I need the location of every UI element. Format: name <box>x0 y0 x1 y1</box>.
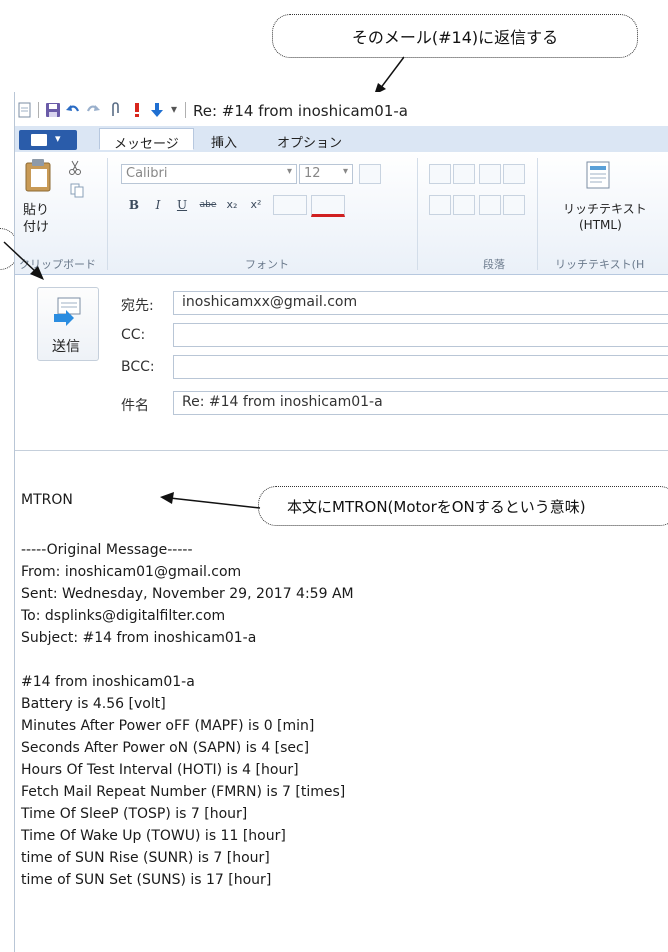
original-subject: Subject: #14 from inoshicam01-a <box>21 630 257 646</box>
decrease-indent-icon[interactable] <box>479 164 501 184</box>
body-line: Hours Of Test Interval (HOTI) is 4 [hour… <box>21 762 299 778</box>
original-to: To: dsplinks@digitalfilter.com <box>21 608 226 624</box>
font-name-combo[interactable]: Calibri ▾ <box>121 164 297 184</box>
original-from: From: inoshicam01@gmail.com <box>21 564 242 580</box>
numbering-icon[interactable] <box>453 164 475 184</box>
to-field[interactable]: inoshicamxx@gmail.com <box>173 291 668 315</box>
font-color-icon[interactable] <box>311 195 345 217</box>
original-sent: Sent: Wednesday, November 29, 2017 4:59 … <box>21 586 354 602</box>
font-name-value: Calibri <box>126 166 168 181</box>
paste-icon[interactable] <box>23 158 55 194</box>
subject-field[interactable]: Re: #14 from inoshicam01-a <box>173 391 668 415</box>
reply-callout-text: そのメール(#14)に返信する <box>351 28 559 47</box>
send-label: 送信 <box>52 339 80 355</box>
body-callout: 本文にMTRON(MotorをONするという意味) <box>258 486 668 526</box>
body-callout-text: 本文にMTRON(MotorをONするという意味) <box>287 497 586 516</box>
body-reply-text: MTRON <box>21 492 73 508</box>
rich-text-icon[interactable] <box>585 160 611 190</box>
align-center-icon[interactable] <box>453 195 475 215</box>
paste-label-line2[interactable]: 付け <box>23 216 49 235</box>
new-icon[interactable] <box>17 102 33 118</box>
to-label[interactable]: 宛先: <box>121 295 154 315</box>
align-right-icon[interactable] <box>479 195 501 215</box>
body-line: Minutes After Power oFF (MAPF) is 0 [min… <box>21 718 315 734</box>
file-menu-button[interactable]: ▾ <box>19 130 77 150</box>
tab-options[interactable]: オプション <box>277 132 342 151</box>
tab-insert[interactable]: 挿入 <box>211 132 237 151</box>
reply-callout-arrow <box>374 56 405 95</box>
body-line: Battery is 4.56 [volt] <box>21 696 166 712</box>
qat-dropdown-icon[interactable]: ▾ <box>171 102 177 116</box>
undo-icon[interactable] <box>65 102 81 118</box>
rich-text-label-line1[interactable]: リッチテキスト <box>563 200 647 217</box>
bcc-field[interactable] <box>173 355 668 379</box>
body-line: Fetch Mail Repeat Number (FMRN) is 7 [ti… <box>21 784 346 800</box>
subscript-icon[interactable]: x₂ <box>223 196 241 214</box>
window-title: Re: #14 from inoshicam01-a <box>193 102 408 120</box>
increase-indent-icon[interactable] <box>503 164 525 184</box>
cc-label[interactable]: CC: <box>121 327 145 343</box>
ribbon: 貼り 付け クリップボード Calibri ▾ 12 ▾ B I U abe x… <box>15 152 668 275</box>
file-menu-chevron-icon: ▾ <box>55 132 61 145</box>
attach-icon[interactable] <box>107 102 123 118</box>
superscript-icon[interactable]: x² <box>247 196 265 214</box>
send-icon <box>54 297 81 326</box>
body-line: time of SUN Rise (SUNR) is 7 [hour] <box>21 850 270 866</box>
font-name-dropdown-icon: ▾ <box>286 166 292 177</box>
cc-field[interactable] <box>173 323 668 347</box>
reply-callout: そのメール(#14)に返信する <box>272 14 638 58</box>
title-bar: ▾ Re: #14 from inoshicam01-a <box>15 92 668 126</box>
save-icon[interactable] <box>45 102 61 118</box>
subject-label: 件名 <box>121 398 149 414</box>
qat-separator <box>38 102 39 118</box>
send-button[interactable]: 送信 <box>37 287 99 361</box>
ribbon-separator <box>107 158 108 270</box>
font-size-value: 12 <box>304 166 321 181</box>
ribbon-separator <box>417 158 418 270</box>
tab-message[interactable]: メッセージ <box>99 128 194 152</box>
original-message-header: -----Original Message----- <box>21 542 193 558</box>
body-line: time of SUN Set (SUNS) is 17 [hour] <box>21 872 272 888</box>
strikethrough-icon[interactable]: abe <box>197 196 219 214</box>
bold-icon[interactable]: B <box>125 196 143 214</box>
highlight-icon[interactable] <box>273 195 307 215</box>
body-divider <box>15 450 668 451</box>
font-size-combo[interactable]: 12 ▾ <box>299 164 353 184</box>
group-label-font: フォント <box>245 258 289 271</box>
body-callout-arrow <box>160 492 261 509</box>
ribbon-tab-bar: ▾ メッセージ 挿入 オプション <box>15 126 668 153</box>
underline-icon[interactable]: U <box>173 196 191 214</box>
align-left-icon[interactable] <box>429 195 451 215</box>
qat-separator-2 <box>185 102 186 118</box>
body-line: Time Of SleeP (TOSP) is 7 [hour] <box>21 806 248 822</box>
bcc-label[interactable]: BCC: <box>121 359 155 375</box>
grow-font-icon[interactable] <box>359 164 381 184</box>
group-label-richtext: リッチテキスト(H <box>555 258 645 271</box>
body-line: Seconds After Power oN (SAPN) is 4 [sec] <box>21 740 310 756</box>
body-line: Time Of Wake Up (TOWU) is 11 [hour] <box>21 828 286 844</box>
body-line: #14 from inoshicam01-a <box>21 674 195 690</box>
rich-text-label-line2[interactable]: (HTML) <box>579 218 622 232</box>
ribbon-separator <box>537 158 538 270</box>
group-label-paragraph: 段落 <box>483 258 505 271</box>
message-header: 送信 宛先: inoshicamxx@gmail.com CC: BCC: 件名… <box>15 275 668 450</box>
redo-icon[interactable] <box>85 102 101 118</box>
bullets-icon[interactable] <box>429 164 451 184</box>
copy-icon[interactable] <box>69 182 85 198</box>
high-priority-icon[interactable] <box>129 102 145 118</box>
left-callout-arrow <box>3 241 44 280</box>
low-priority-icon[interactable] <box>149 102 165 118</box>
justify-icon[interactable] <box>503 195 525 215</box>
file-menu-icon <box>31 134 47 146</box>
italic-icon[interactable]: I <box>149 196 167 214</box>
font-size-dropdown-icon: ▾ <box>342 166 348 177</box>
cut-icon[interactable] <box>67 160 83 176</box>
message-body[interactable]: MTRON -----Original Message----- From: i… <box>15 452 668 952</box>
